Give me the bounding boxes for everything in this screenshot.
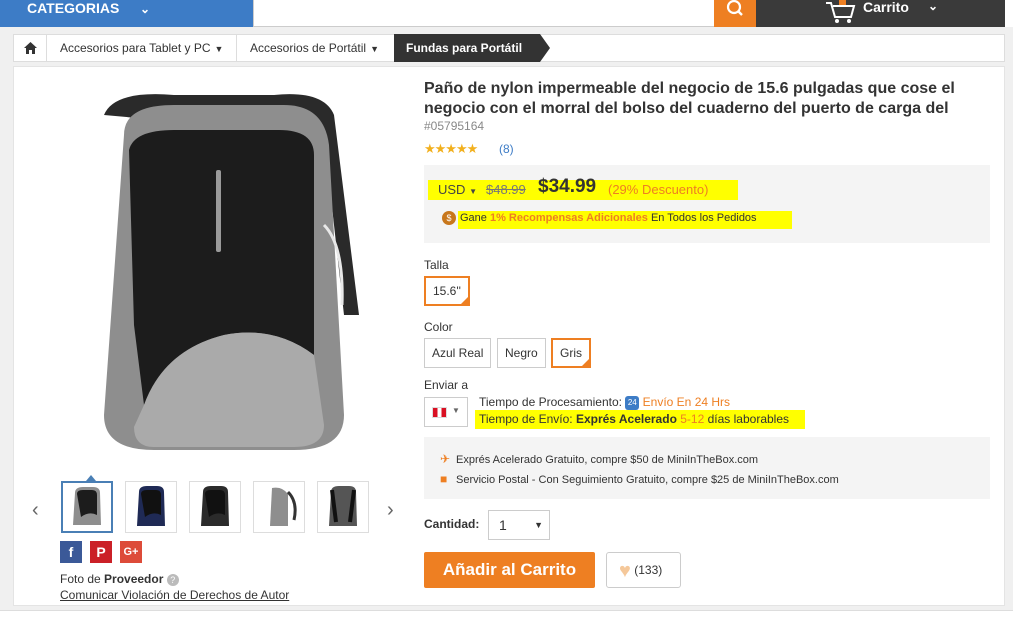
product-panel: ‹ › f P G+ Foto de Proveedor ? Comunicar… (13, 66, 1005, 606)
categories-button[interactable]: CATEGORIAS ⌄ (0, 0, 253, 27)
breadcrumb-label: Accesorios para Tablet y PC (60, 41, 211, 55)
cart-icon (826, 0, 856, 23)
ship-to-label: Enviar a (424, 378, 469, 392)
breadcrumb: Accesorios para Tablet y PC ▼ Accesorios … (13, 34, 1005, 62)
photo-credit: Foto de Proveedor ? (60, 572, 179, 586)
currency-selector[interactable]: USD ▼ (438, 182, 477, 197)
color-label: Color (424, 320, 453, 334)
report-copyright-link[interactable]: Comunicar Violación de Derechos de Autor (60, 588, 289, 602)
home-icon (24, 42, 37, 54)
thumbnail-2[interactable] (125, 481, 177, 533)
caret-down-icon: ▼ (370, 44, 379, 54)
review-count-link[interactable]: (8) (499, 142, 514, 156)
caret-down-icon: ▼ (214, 44, 224, 54)
thumbnail-next-chevron-icon[interactable]: › (387, 499, 394, 522)
currency-label: USD (438, 182, 466, 197)
breadcrumb-home[interactable] (14, 35, 47, 61)
reward-text: $ Gane 1% Recompensas Adicionales En Todo… (442, 211, 757, 225)
shipping-time: Tiempo de Envío: Exprés Acelerado 5-12 d… (479, 412, 789, 426)
help-icon[interactable]: ? (166, 573, 179, 586)
pinterest-share-icon[interactable]: P (90, 541, 112, 563)
search-icon (726, 0, 743, 16)
24h-badge-icon: 24 (625, 395, 640, 410)
rating-stars-icon[interactable]: ★★★★★ (424, 141, 478, 157)
backpack-gray-thumbnail (73, 487, 101, 525)
shipping-time-label: Tiempo de Envío: (479, 412, 573, 426)
processing-time: Tiempo de Procesamiento: 24 Envío En 24 … (479, 395, 730, 410)
photo-credit-name: Proveedor (104, 572, 164, 586)
product-sku: #05795164 (424, 119, 485, 133)
search-button[interactable] (714, 0, 756, 27)
wishlist-count: (133) (634, 563, 663, 577)
thumbnail-1[interactable] (61, 481, 113, 533)
color-option-gris[interactable]: Gris (551, 338, 591, 368)
breadcrumb-current: Fundas para Portátil (394, 34, 551, 62)
reward-prefix: Gane (460, 211, 490, 224)
backpack-side-thumbnail (270, 487, 297, 526)
processing-label: Tiempo de Procesamiento: (479, 395, 622, 409)
shipping-option-express: ✈ Exprés Acelerado Gratuito, compre $50 d… (440, 452, 758, 466)
chevron-down-icon: ⌄ (140, 2, 151, 16)
backpack-image (104, 94, 359, 450)
search-input[interactable] (253, 0, 715, 27)
processing-value: Envío En 24 Hrs (642, 395, 731, 409)
cart-label: Carrito (863, 0, 909, 15)
price-box: USD ▼ $48.99 $34.99 (29% Descuento) $ Gan… (424, 165, 990, 243)
heart-icon: ♥ (619, 559, 631, 582)
quantity-select[interactable]: 1 ▼ (488, 510, 550, 540)
thumbnail-5[interactable] (317, 481, 369, 533)
bottom-strip (0, 610, 1013, 624)
shipping-option-text: Exprés Acelerado Gratuito, compre $50 de… (456, 454, 759, 466)
reward-suffix: En Todos los Pedidos (647, 211, 757, 224)
reward-highlight: 1% Recompensas Adicionales (489, 211, 648, 224)
backpack-back-thumbnail (329, 486, 357, 526)
caret-down-icon: ▼ (452, 406, 460, 415)
breadcrumb-item-laptop-accessories[interactable]: Accesorios de Portátil ▼ (250, 35, 379, 61)
categories-label: CATEGORIAS (27, 0, 120, 16)
current-price: $34.99 (538, 176, 597, 197)
shipping-days-suffix: días laborables (707, 412, 790, 426)
photo-credit-prefix: Foto de (60, 572, 105, 586)
google-plus-share-icon[interactable]: G+ (120, 541, 142, 563)
peru-flag-icon (432, 407, 447, 418)
quantity-value: 1 (499, 517, 507, 533)
size-option-15-6[interactable]: 15.6'' (424, 276, 470, 306)
truck-icon: ■ (440, 472, 448, 486)
caret-down-icon: ▼ (469, 187, 477, 196)
facebook-share-icon[interactable]: f (60, 541, 82, 563)
caret-down-icon: ▼ (534, 520, 543, 530)
backpack-blue-thumbnail (137, 486, 165, 526)
airplane-icon: ✈ (440, 452, 451, 466)
thumbnail-3[interactable] (189, 481, 241, 533)
shipping-options-box: ✈ Exprés Acelerado Gratuito, compre $50 d… (424, 437, 990, 499)
breadcrumb-divider (236, 35, 237, 61)
add-to-cart-button[interactable]: Añadir al Carrito (424, 552, 595, 588)
discount-label: (29% Descuento) (608, 182, 709, 197)
color-option-azul-real[interactable]: Azul Real (424, 338, 492, 368)
chevron-down-icon: ⌄ (928, 0, 939, 13)
old-price: $48.99 (486, 182, 526, 197)
shipping-days: 5-12 (680, 412, 705, 426)
breadcrumb-item-tablet-pc[interactable]: Accesorios para Tablet y PC ▼ (60, 35, 223, 61)
color-option-negro[interactable]: Negro (497, 338, 546, 368)
backpack-black-thumbnail (201, 486, 229, 526)
breadcrumb-label: Accesorios de Portátil (250, 41, 367, 55)
country-selector[interactable]: ▼ (424, 397, 468, 427)
cart-button[interactable]: Carrito ⌄ (756, 0, 1005, 27)
shipping-option-text: Servicio Postal - Con Seguimiento Gratui… (456, 474, 839, 486)
shipping-method: Exprés Acelerado (575, 412, 677, 426)
thumbnail-4[interactable] (253, 481, 305, 533)
quantity-label: Cantidad: (424, 517, 480, 531)
shipping-option-postal: ■ Servicio Postal - Con Seguimiento Gratu… (440, 472, 839, 486)
money-bag-icon: $ (442, 211, 456, 225)
wishlist-button[interactable]: ♥ (133) (606, 552, 681, 588)
thumbnail-prev-chevron-icon[interactable]: ‹ (32, 499, 39, 522)
product-main-image[interactable] (24, 75, 420, 467)
top-bar: CATEGORIAS ⌄ Carrito ⌄ (0, 0, 1013, 27)
product-title: Paño de nylon impermeable del negocio de… (424, 80, 955, 117)
size-label: Talla (424, 258, 449, 272)
